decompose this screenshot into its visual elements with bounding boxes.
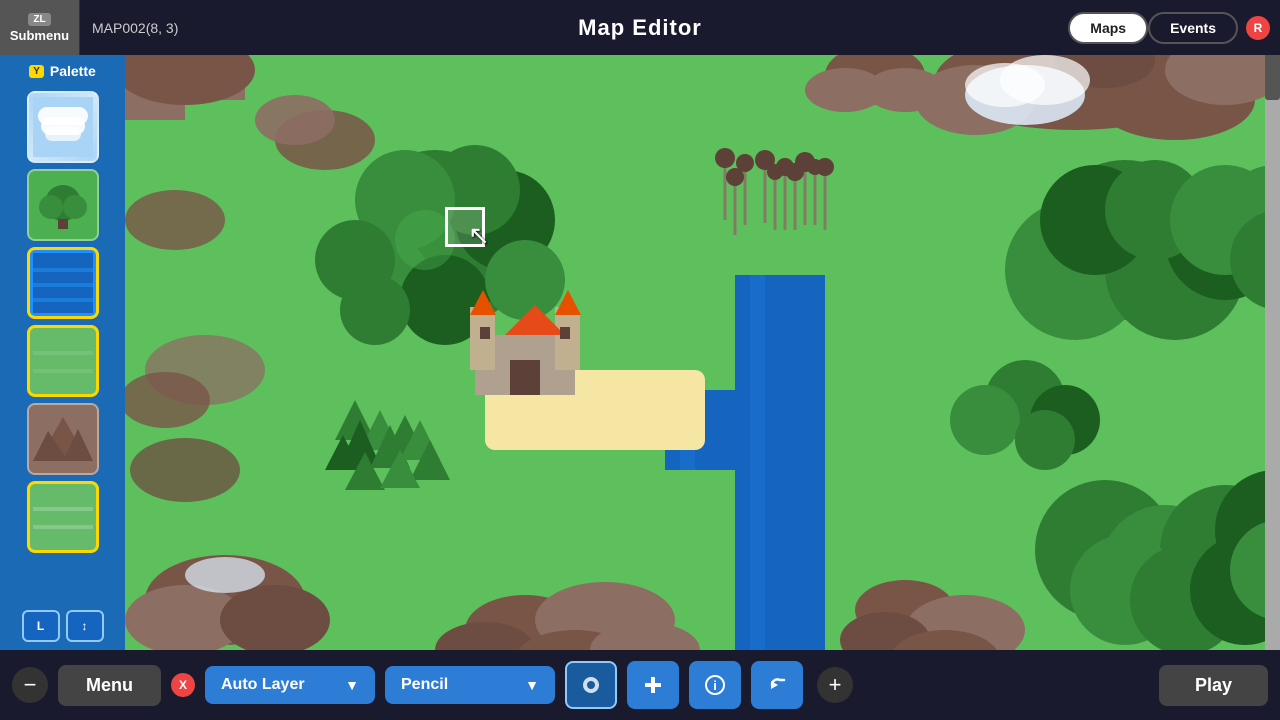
map-coordinates: MAP002(8, 3) bbox=[92, 20, 178, 36]
palette-item-grass2[interactable] bbox=[27, 481, 99, 553]
tool-dropdown-label: Pencil bbox=[401, 676, 448, 694]
palette-item-clouds[interactable] bbox=[27, 91, 99, 163]
header-right: Maps Events R bbox=[1068, 12, 1270, 44]
bottom-toolbar: − Menu X Auto Layer ▼ Pencil ▼ i + Play bbox=[0, 650, 1280, 720]
x-badge: X bbox=[171, 673, 195, 697]
palette-bottom-buttons: L ↕ bbox=[22, 610, 104, 642]
layer-dropdown-label: Auto Layer bbox=[221, 676, 305, 694]
map-canvas[interactable]: ↖ bbox=[125, 55, 1280, 650]
info-icon: i bbox=[703, 673, 727, 697]
tool-dropdown[interactable]: Pencil ▼ bbox=[385, 666, 555, 704]
tool-button-4[interactable] bbox=[751, 661, 803, 709]
menu-button[interactable]: Menu bbox=[58, 665, 161, 706]
map-svg bbox=[125, 55, 1280, 650]
svg-text:i: i bbox=[713, 678, 717, 693]
submenu-button[interactable]: ZL Submenu bbox=[0, 0, 80, 55]
plus-button[interactable]: + bbox=[817, 667, 853, 703]
r-badge: R bbox=[1246, 16, 1270, 40]
minus-button[interactable]: − bbox=[12, 667, 48, 703]
palette-sidebar: Y Palette bbox=[0, 55, 125, 650]
palette-header: Y Palette bbox=[29, 63, 96, 79]
play-button[interactable]: Play bbox=[1159, 665, 1268, 706]
layer-dropdown[interactable]: Auto Layer ▼ bbox=[205, 666, 375, 704]
page-title: Map Editor bbox=[578, 15, 702, 41]
palette-item-mountain[interactable] bbox=[27, 403, 99, 475]
palette-title: Palette bbox=[50, 63, 96, 79]
layer-dropdown-arrow: ▼ bbox=[345, 677, 359, 693]
plus-icon bbox=[641, 673, 665, 697]
maps-button[interactable]: Maps bbox=[1068, 12, 1148, 44]
palette-item-water[interactable] bbox=[27, 247, 99, 319]
tool-dropdown-arrow: ▼ bbox=[525, 677, 539, 693]
zl-badge: ZL bbox=[28, 13, 50, 26]
palette-item-grass[interactable] bbox=[27, 325, 99, 397]
palette-item-tree[interactable] bbox=[27, 169, 99, 241]
y-badge: Y bbox=[29, 65, 44, 78]
tool-button-1[interactable] bbox=[565, 661, 617, 709]
events-button[interactable]: Events bbox=[1148, 12, 1238, 44]
tool-button-2[interactable] bbox=[627, 661, 679, 709]
header: ZL Submenu MAP002(8, 3) Map Editor Maps … bbox=[0, 0, 1280, 55]
undo-icon bbox=[765, 673, 789, 697]
arrows-button[interactable]: ↕ bbox=[66, 610, 104, 642]
map-canvas-area[interactable]: ↖ bbox=[125, 55, 1280, 650]
tool-button-3[interactable]: i bbox=[689, 661, 741, 709]
submenu-label: Submenu bbox=[10, 28, 69, 43]
wrench-icon bbox=[579, 673, 603, 697]
layer-button[interactable]: L bbox=[22, 610, 60, 642]
